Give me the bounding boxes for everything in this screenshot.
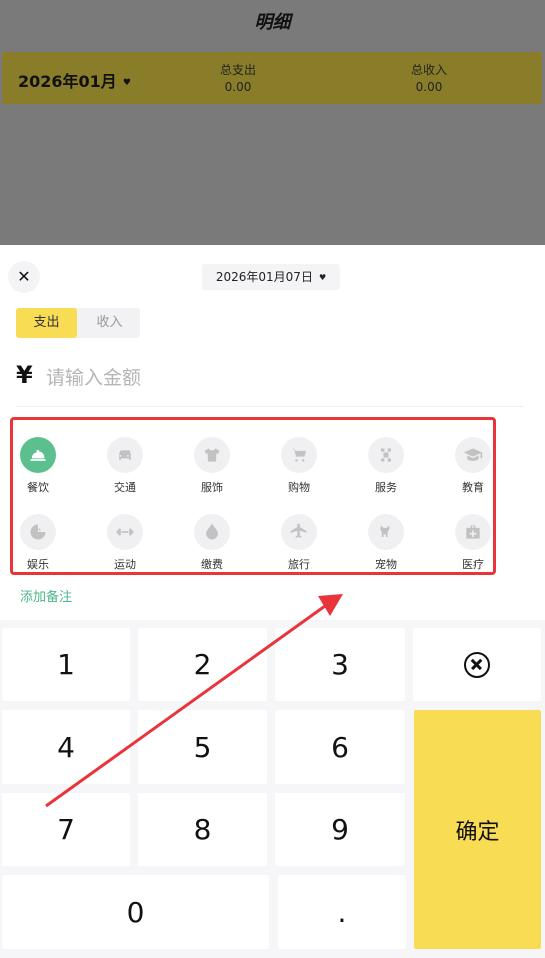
key-dot[interactable]: . [278, 875, 406, 949]
month-selector[interactable]: 2026年01月 ♥ [18, 68, 131, 92]
key-8[interactable]: 8 [138, 793, 267, 866]
dumbbell-icon [107, 514, 143, 550]
medical-kit-icon [455, 514, 491, 550]
category-shopping[interactable]: 购物 [264, 437, 334, 495]
category-education[interactable]: 教育 [438, 437, 508, 495]
key-5[interactable]: 5 [138, 710, 267, 784]
heart-caret-icon: ♥ [318, 273, 327, 282]
amount-row: ¥ [16, 357, 524, 407]
category-pets[interactable]: 宠物 [351, 514, 421, 572]
heart-caret-icon: ♥ [122, 78, 131, 88]
confirm-button[interactable]: 确定 [414, 710, 541, 949]
date-selector[interactable]: 2026年01月07日 ♥ [202, 264, 340, 290]
category-label: 运动 [114, 558, 136, 571]
category-label: 服饰 [201, 481, 223, 494]
total-expense: 总支出 0.00 [198, 62, 278, 96]
category-entertainment[interactable]: 娱乐 [3, 514, 73, 572]
total-expense-label: 总支出 [219, 63, 256, 77]
key-7[interactable]: 7 [2, 793, 130, 866]
category-dining[interactable]: 餐饮 [3, 437, 73, 495]
key-2[interactable]: 2 [138, 628, 267, 701]
total-income: 总收入 0.00 [389, 62, 469, 96]
category-label: 教育 [462, 481, 484, 494]
category-medical[interactable]: 医疗 [438, 514, 508, 572]
category-sports[interactable]: 运动 [90, 514, 160, 572]
header-background: 明细 2026年01月 ♥ 总支出 0.00 总收入 0.00 [0, 0, 545, 245]
total-expense-value: 0.00 [224, 80, 252, 94]
service-icon [368, 437, 404, 473]
number-keypad: 1 2 3 4 5 6 7 8 9 0 . 确定 [0, 620, 545, 958]
summary-bar: 2026年01月 ♥ 总支出 0.00 总收入 0.00 [2, 52, 542, 104]
graduation-cap-icon [455, 437, 491, 473]
backspace-icon [464, 651, 490, 678]
close-icon: ✕ [17, 267, 31, 286]
airplane-icon [281, 514, 317, 550]
category-travel[interactable]: 旅行 [264, 514, 334, 572]
category-label: 娱乐 [27, 558, 49, 571]
close-button[interactable]: ✕ [8, 261, 40, 293]
tab-expense[interactable]: 支出 [16, 308, 77, 338]
key-4[interactable]: 4 [2, 710, 130, 784]
category-label: 购物 [288, 481, 310, 494]
category-label: 餐饮 [27, 481, 49, 494]
cart-icon [281, 437, 317, 473]
key-9[interactable]: 9 [275, 793, 405, 866]
backspace-button[interactable] [413, 628, 541, 701]
key-3[interactable]: 3 [275, 628, 405, 701]
category-bills[interactable]: 缴费 [177, 514, 247, 572]
category-traffic[interactable]: 交通 [90, 437, 160, 495]
date-label: 2026年01月07日 [215, 270, 313, 284]
total-income-value: 0.00 [415, 80, 443, 94]
game-icon [20, 514, 56, 550]
tab-income[interactable]: 收入 [79, 308, 140, 338]
page-title: 明细 [254, 12, 291, 33]
key-1[interactable]: 1 [2, 628, 130, 701]
category-label: 宠物 [375, 558, 397, 571]
category-label: 交通 [114, 481, 136, 494]
currency-symbol: ¥ [16, 361, 33, 389]
total-income-label: 总收入 [410, 63, 447, 77]
dining-icon [20, 437, 56, 473]
category-label: 缴费 [201, 558, 223, 571]
category-label: 旅行 [288, 558, 310, 571]
add-record-sheet: ✕ 2026年01月07日 ♥ 支出 收入 ¥ 餐饮 交通 服饰 购物 服务 [0, 245, 545, 958]
car-icon [107, 437, 143, 473]
category-grid: 餐饮 交通 服饰 购物 服务 教育 娱乐 运动 缴费 旅行 宠物 医疗 [10, 417, 496, 575]
category-clothing[interactable]: 服饰 [177, 437, 247, 495]
pet-icon [368, 514, 404, 550]
key-6[interactable]: 6 [275, 710, 405, 784]
add-note-link[interactable]: 添加备注 [20, 586, 72, 605]
amount-input[interactable] [46, 361, 516, 395]
category-service[interactable]: 服务 [351, 437, 421, 495]
shirt-icon [194, 437, 230, 473]
key-0[interactable]: 0 [2, 875, 269, 949]
category-label: 服务 [375, 481, 397, 494]
bill-icon [194, 514, 230, 550]
month-label: 2026年01月 [18, 72, 117, 91]
category-label: 医疗 [462, 558, 484, 571]
type-tabs: 支出 收入 [16, 308, 140, 338]
